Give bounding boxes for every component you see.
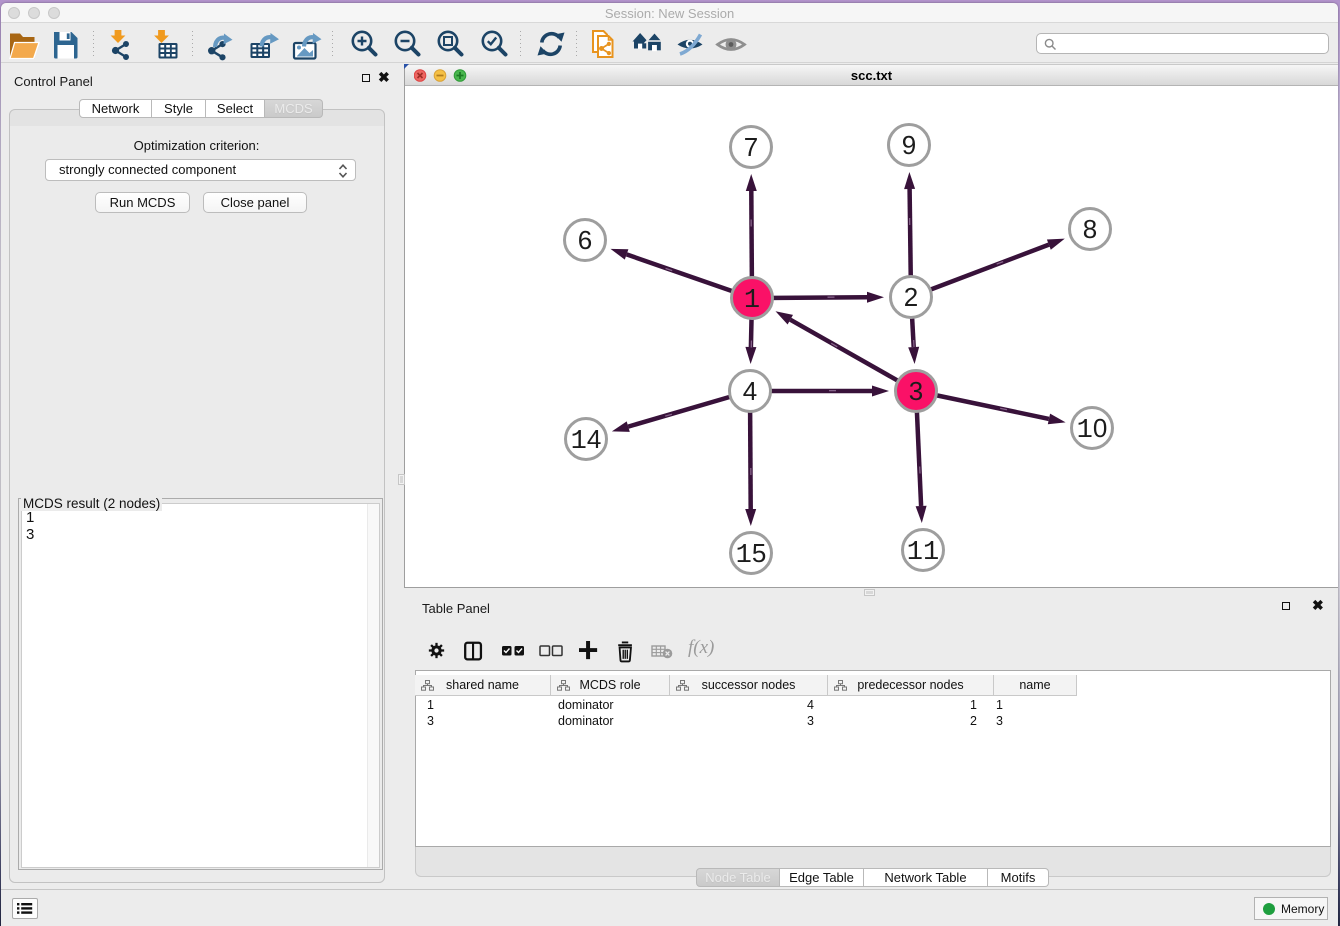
svg-text:11: 11 [907, 538, 939, 568]
svg-text:6: 6 [578, 225, 592, 255]
svg-text:7: 7 [744, 132, 758, 162]
svg-text:15: 15 [736, 538, 767, 571]
svg-text:10: 10 [1077, 413, 1108, 446]
svg-text:14: 14 [571, 424, 602, 457]
svg-text:4: 4 [743, 376, 757, 406]
svg-text:8: 8 [1083, 214, 1097, 244]
svg-text:9: 9 [902, 130, 916, 160]
svg-text:1: 1 [744, 286, 760, 316]
svg-text:2: 2 [904, 282, 918, 312]
svg-text:3: 3 [909, 376, 923, 406]
